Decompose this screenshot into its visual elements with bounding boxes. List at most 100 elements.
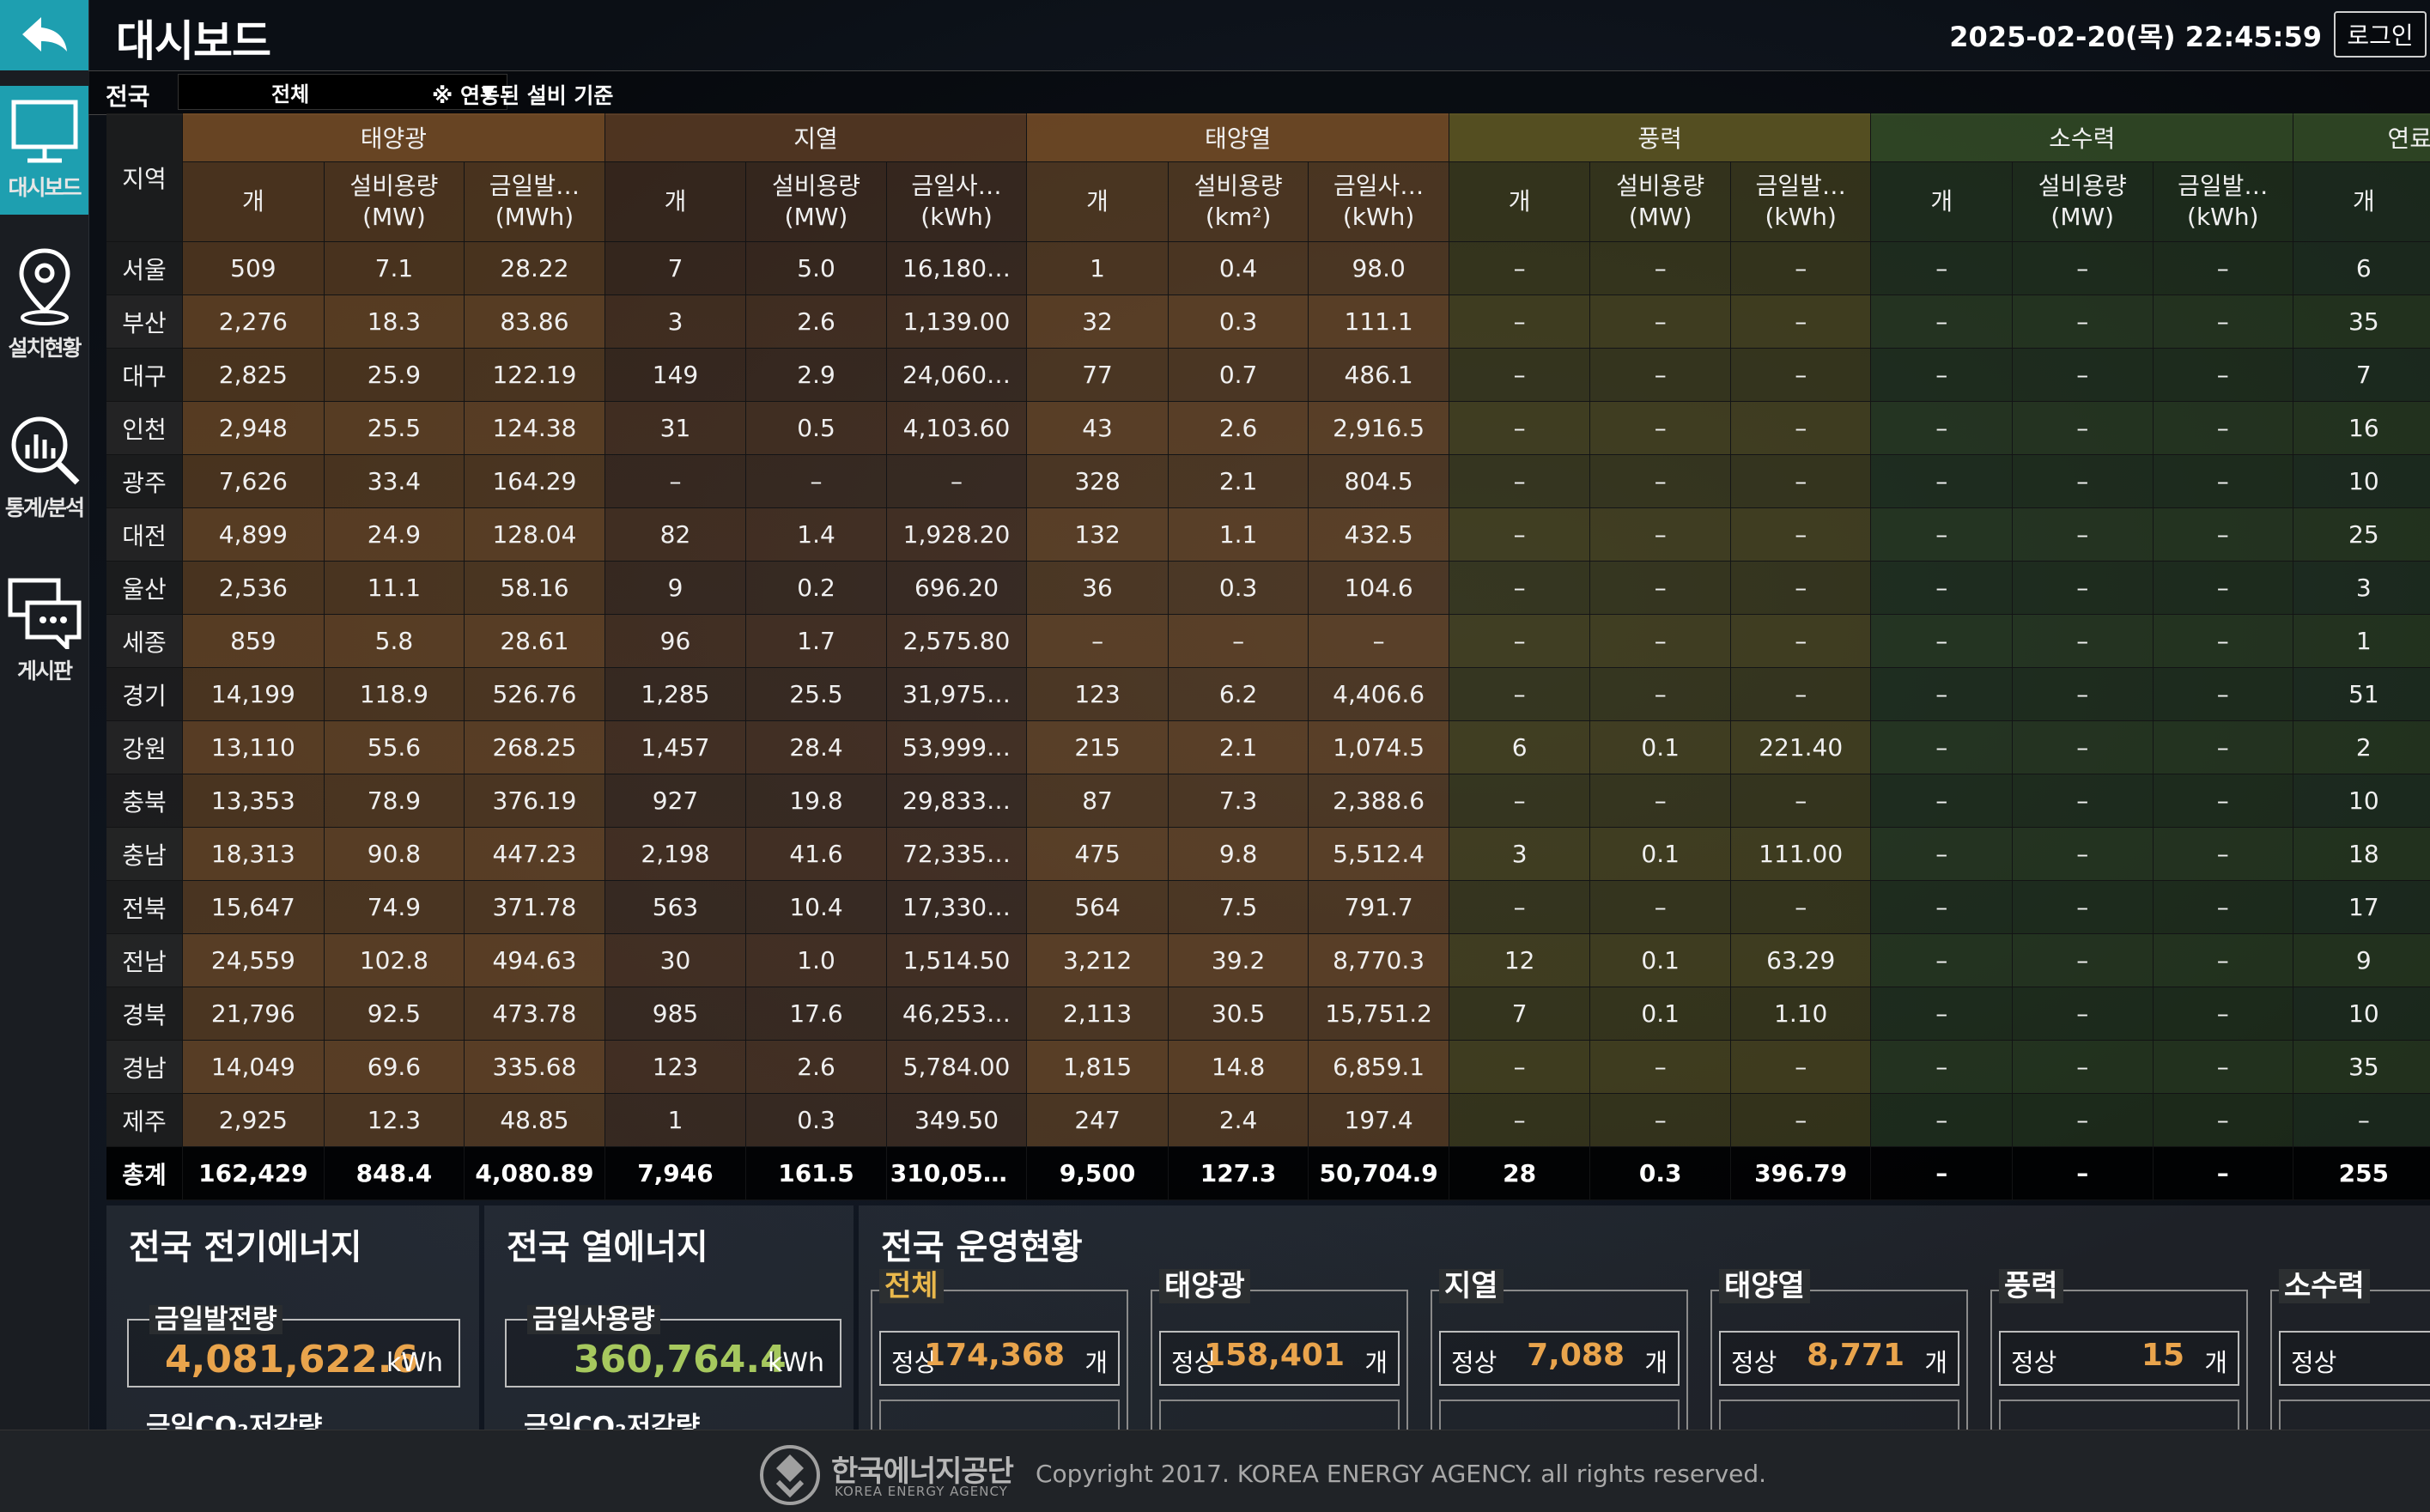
chat-bubble-icon — [8, 578, 81, 649]
table-cell: 16,180… — [886, 241, 1028, 295]
table-cell: 63.29 — [1730, 933, 1872, 987]
table-cell: 17,330… — [886, 880, 1028, 934]
sidebar-item-installation[interactable]: 설치현황 — [0, 240, 88, 369]
table-cell: – — [1870, 720, 2014, 774]
table-cell: – — [2012, 880, 2154, 934]
op-status-row: 정상 — [2279, 1331, 2430, 1386]
table-cell: 2.6 — [1168, 401, 1309, 455]
table-cell: 1.0 — [745, 933, 887, 987]
table-cell: – — [2012, 614, 2154, 668]
table-cell: 2,113 — [1026, 987, 1169, 1041]
today-generation-value: 4,081,622.6 — [165, 1338, 419, 1381]
table-cell: 90.8 — [324, 827, 465, 881]
region-cell: 경기 — [106, 667, 184, 721]
sidebar-item-dashboard[interactable]: 대시보드 — [0, 86, 88, 215]
table-cell: 122.19 — [464, 348, 605, 402]
table-cell: – — [2012, 1040, 2154, 1094]
table-cell: – — [1449, 667, 1591, 721]
table-cell: – — [2012, 295, 2154, 349]
table-cell: 486.1 — [1308, 348, 1449, 402]
table-cell: – — [2012, 774, 2154, 828]
region-cell: 대전 — [106, 507, 184, 562]
table-cell: 432.5 — [1308, 507, 1449, 562]
op-group-label: 지열 — [1439, 1269, 1504, 1303]
table-cell: 83.86 — [464, 295, 605, 349]
table-cell: 3 — [2293, 561, 2430, 615]
table-row: 부산 2,276 18.3 83.86 3 2.6 1,139.00 32 0.3 111.1– –… — [106, 295, 2430, 349]
table-cell: – — [1449, 295, 1591, 349]
table-cell: – — [1870, 561, 2014, 615]
op-count: 15 — [2141, 1338, 2184, 1373]
table-cell: 32 — [1026, 295, 1169, 349]
sidebar-item-label: 대시보드 — [8, 175, 82, 200]
table-cell: 53,999… — [886, 720, 1028, 774]
table-cell: 128.04 — [464, 507, 605, 562]
table-cell: 1.7 — [745, 614, 887, 668]
table-cell: 15,751.2 — [1308, 987, 1449, 1041]
op-state: 정상 — [1731, 1348, 1777, 1377]
table-cell: 33.4 — [324, 454, 465, 508]
table-cell: 268.25 — [464, 720, 605, 774]
table-cell: 46,253… — [886, 987, 1028, 1041]
op-state: 정상 — [2291, 1348, 2337, 1377]
table-cell: 5,512.4 — [1308, 827, 1449, 881]
table-cell: 19.8 — [745, 774, 887, 828]
table-cell: 7,946 — [604, 1146, 747, 1200]
metric-unit: kWh — [767, 1348, 824, 1378]
sidebar-item-label: 통계/분석 — [4, 495, 85, 520]
sidebar-item-board[interactable]: 게시판 — [0, 567, 88, 695]
table-cell: 475 — [1026, 827, 1169, 881]
table-cell: 349.50 — [886, 1093, 1028, 1147]
table-cell: – — [2153, 348, 2294, 402]
table-cell: – — [1449, 614, 1591, 668]
column-header: 개 — [1449, 161, 1591, 242]
back-button[interactable] — [0, 0, 88, 70]
login-button[interactable]: 로그인 — [2334, 11, 2427, 58]
table-cell: – — [2153, 614, 2294, 668]
table-cell: 4,080.89 — [464, 1146, 605, 1200]
kea-logo-icon — [760, 1445, 820, 1505]
table-cell: – — [1589, 507, 1731, 562]
op-count: 158,401 — [1204, 1338, 1345, 1373]
table-cell: – — [1730, 880, 1872, 934]
table-cell: 396.79 — [1730, 1146, 1872, 1200]
table-cell: 0.1 — [1589, 720, 1731, 774]
table-cell: 247 — [1026, 1093, 1169, 1147]
region-header: 지역 — [106, 113, 184, 242]
table-cell: 3 — [604, 295, 747, 349]
table-cell: – — [1589, 667, 1731, 721]
table-cell: 7 — [2293, 348, 2430, 402]
table-cell: – — [2153, 1146, 2294, 1200]
monitor-icon — [11, 100, 77, 163]
sidebar-item-statistics[interactable]: 통계/분석 — [0, 404, 88, 532]
table-row: 인천 2,948 25.5 124.38 31 0.5 4,103.60 43 2.6 2,916… — [106, 401, 2430, 455]
op-group-label: 전체 — [879, 1269, 944, 1303]
table-cell: 6,859.1 — [1308, 1040, 1449, 1094]
table-cell: – — [1870, 1093, 2014, 1147]
table-cell: – — [1730, 774, 1872, 828]
table-cell: – — [1168, 614, 1309, 668]
table-cell: – — [2012, 561, 2154, 615]
table-cell: – — [2012, 667, 2154, 721]
table-cell: – — [2153, 241, 2294, 295]
table-cell: – — [2153, 401, 2294, 455]
column-header: 설비용량 (MW) — [745, 161, 887, 242]
table-cell: – — [2153, 987, 2294, 1041]
table-cell: 371.78 — [464, 880, 605, 934]
table-cell: 1,139.00 — [886, 295, 1028, 349]
table-cell: 41.6 — [745, 827, 887, 881]
table-cell: – — [2153, 454, 2294, 508]
table-cell: – — [1870, 507, 2014, 562]
table-cell: 164.29 — [464, 454, 605, 508]
table-cell: 10 — [2293, 987, 2430, 1041]
region-cell: 충남 — [106, 827, 184, 881]
table-cell: – — [1870, 987, 2014, 1041]
region-cell: 충북 — [106, 774, 184, 828]
table-cell: – — [1589, 561, 1731, 615]
table-cell: 28.61 — [464, 614, 605, 668]
table-cell: – — [2012, 1146, 2154, 1200]
table-cell: 9 — [604, 561, 747, 615]
table-row: 경남 14,049 69.6 335.68 123 2.6 5,784.00 1,815 14.… — [106, 1040, 2430, 1094]
op-status-row: 정상 158,401 개 — [1159, 1331, 1400, 1386]
table-cell: 6.2 — [1168, 667, 1309, 721]
